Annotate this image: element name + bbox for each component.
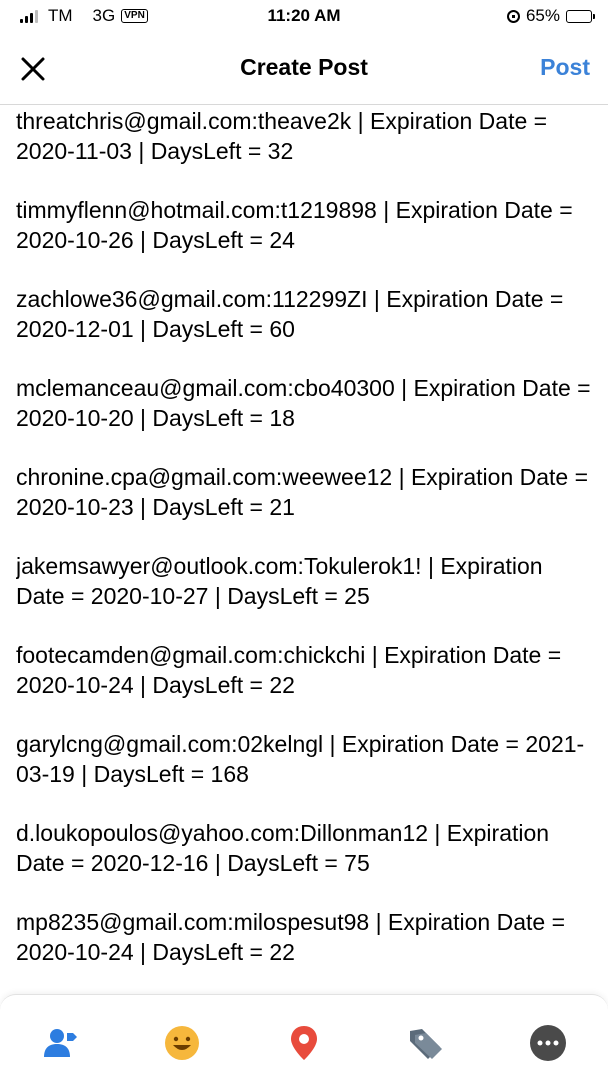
tag-button[interactable] (406, 1023, 446, 1063)
text-entry: threatchris@gmail.com:theave2k | Expirat… (16, 108, 548, 164)
text-entry: timmyflenn@hotmail.com:t1219898 | Expira… (16, 197, 573, 253)
text-entry: mp8235@gmail.com:milospesut98 | Expirati… (16, 909, 566, 965)
feeling-button[interactable] (162, 1023, 202, 1063)
text-entry: d.loukopoulos@yahoo.com:Dillonman12 | Ex… (16, 820, 550, 876)
tag-people-icon (44, 1029, 77, 1057)
page-title: Create Post (240, 54, 368, 80)
text-entry: jakemsawyer@outlook.com:Tokulerok1! | Ex… (16, 553, 543, 609)
location-button[interactable] (284, 1023, 324, 1063)
status-bar: TM 3G VPN 11:20 AM 65% (0, 0, 608, 34)
create-post-header: Create Post Post (0, 34, 608, 105)
post-options-bar (0, 994, 608, 1081)
text-entry: footecamden@gmail.com:chickchi | Expirat… (16, 642, 562, 698)
feeling-icon (165, 1026, 199, 1060)
tag-icon (410, 1029, 442, 1059)
text-entry: zachlowe36@gmail.com:112299ZI | Expirati… (16, 286, 564, 342)
battery-icon (566, 9, 595, 23)
battery-percent: 65% (525, 6, 560, 25)
post-text-area[interactable]: threatchris@gmail.com:theave2k | Expirat… (16, 106, 592, 991)
rotation-lock-icon (506, 9, 520, 23)
text-entry: garylcng@gmail.com:02kelngl | Expiration… (16, 731, 585, 787)
text-entry: chronine.cpa@gmail.com:weewee12 | Expira… (16, 464, 589, 520)
tag-people-button[interactable] (40, 1023, 80, 1063)
post-button[interactable]: Post (540, 54, 590, 81)
location-icon (291, 1026, 317, 1060)
status-right: 65% (506, 6, 595, 26)
more-options-button[interactable] (528, 1023, 568, 1063)
text-entry: mclemanceau@gmail.com:cbo40300 | Expirat… (16, 375, 591, 431)
more-icon (530, 1025, 566, 1061)
